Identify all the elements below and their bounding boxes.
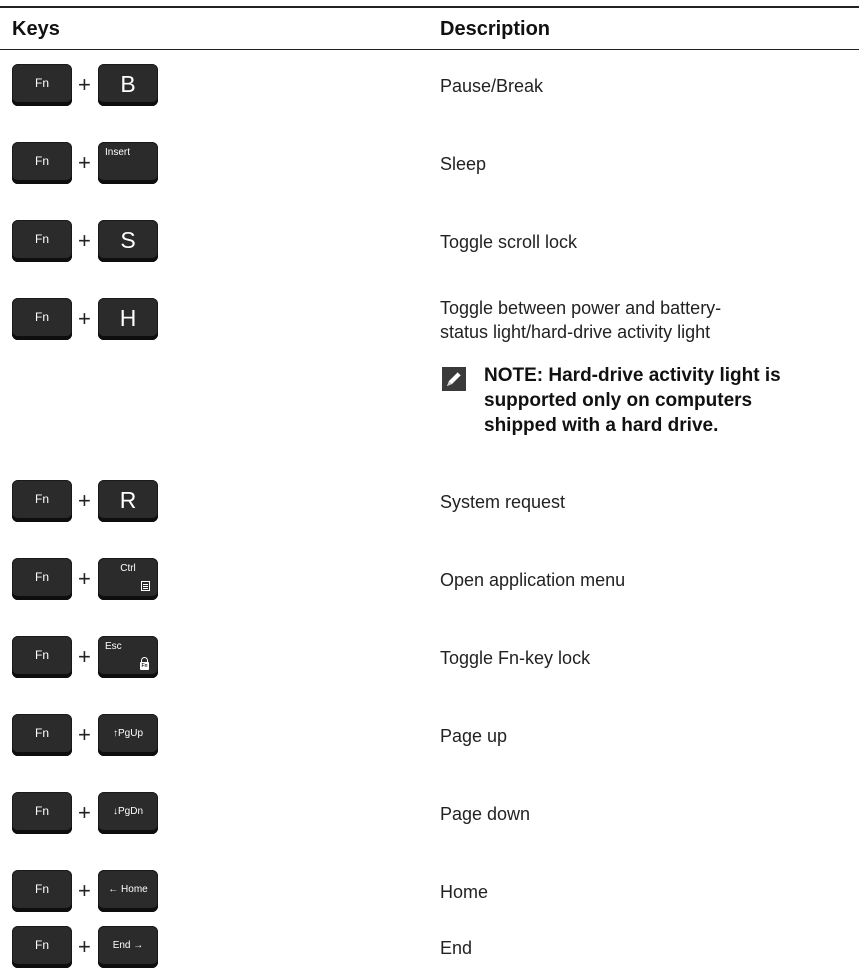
- pgup-key: ↑PgUp: [98, 714, 158, 756]
- row-description: End: [440, 938, 473, 958]
- row-description: System request: [440, 492, 566, 512]
- plus-sign: +: [78, 934, 91, 959]
- header-description: Description: [440, 18, 551, 40]
- key-combo: Fn + Esc: [12, 636, 172, 678]
- fn-key: Fn: [12, 220, 72, 262]
- header-keys: Keys: [12, 18, 60, 40]
- row-description: Home: [440, 882, 489, 902]
- plus-sign: +: [78, 800, 91, 825]
- fn-key: Fn: [12, 636, 72, 678]
- description-line: Toggle between power and battery-: [440, 298, 722, 318]
- fn-key: Fn: [12, 926, 72, 968]
- row-description: Sleep: [440, 154, 487, 174]
- menu-icon: [141, 581, 150, 591]
- plus-sign: +: [78, 488, 91, 513]
- plus-sign: +: [78, 566, 91, 591]
- b-key: B: [98, 64, 158, 106]
- fn-key: Fn: [12, 558, 72, 600]
- note-text: NOTE: Hard-drive activity light is suppo…: [484, 365, 781, 436]
- plus-sign: +: [78, 644, 91, 669]
- fn-key: Fn: [12, 870, 72, 912]
- plus-sign: +: [78, 150, 91, 175]
- r-key: R: [98, 480, 158, 522]
- key-combo: Fn + ↓PgDn: [12, 792, 172, 834]
- key-combo: Fn + ← Home: [12, 870, 172, 912]
- note-pencil-icon: [442, 367, 466, 391]
- key-combo: Fn + S: [12, 220, 172, 262]
- row-description: Pause/Break: [440, 76, 544, 96]
- esc-lock-key: Esc: [98, 636, 158, 678]
- plus-sign: +: [78, 72, 91, 97]
- fn-key: Fn: [12, 142, 72, 184]
- row-description: Toggle Fn-key lock: [440, 648, 591, 668]
- key-combo: Fn + Insert: [12, 142, 172, 184]
- plus-sign: +: [78, 306, 91, 331]
- plus-sign: +: [78, 878, 91, 903]
- row-description: Open application menu: [440, 570, 626, 590]
- row-description: Toggle scroll lock: [440, 232, 578, 252]
- fn-key: Fn: [12, 64, 72, 106]
- fn-key: Fn: [12, 298, 72, 340]
- row-description: Page down: [440, 804, 531, 824]
- insert-key: Insert: [98, 142, 158, 184]
- plus-sign: +: [78, 228, 91, 253]
- key-combo: Fn + H: [12, 298, 172, 340]
- row-description: Toggle between power and battery- status…: [440, 296, 721, 344]
- fn-lock-icon: [140, 657, 149, 670]
- table-header: Keys Description: [0, 8, 859, 50]
- s-key: S: [98, 220, 158, 262]
- plus-sign: +: [78, 722, 91, 747]
- key-combo: Fn + R: [12, 480, 172, 522]
- key-combo: Fn + ↑PgUp: [12, 714, 172, 756]
- h-key: H: [98, 298, 158, 340]
- ctrl-menu-key: Ctrl: [98, 558, 158, 600]
- fn-key: Fn: [12, 792, 72, 834]
- fn-key: Fn: [12, 714, 72, 756]
- key-combo: Fn + B: [12, 64, 172, 106]
- pgdn-key: ↓PgDn: [98, 792, 158, 834]
- fn-key: Fn: [12, 480, 72, 522]
- end-key: End →: [98, 926, 158, 968]
- key-combo: Fn + End →: [12, 926, 172, 968]
- description-line: status light/hard-drive activity light: [440, 322, 711, 342]
- key-combo: Fn + Ctrl: [12, 558, 172, 600]
- row-description: Page up: [440, 726, 508, 746]
- home-key: ← Home: [98, 870, 158, 912]
